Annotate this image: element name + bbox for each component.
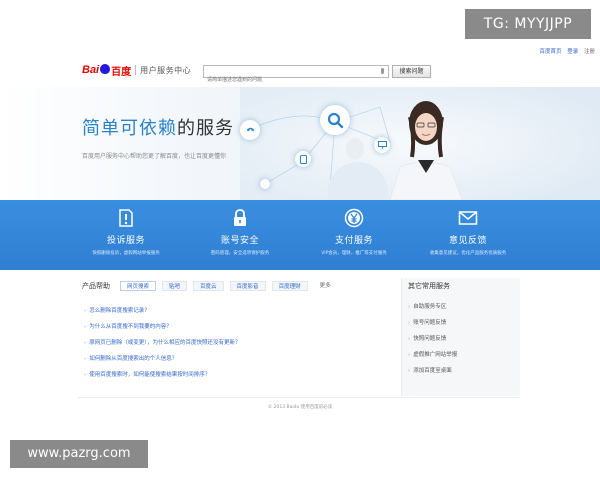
- logo-text: Bai: [82, 64, 100, 76]
- common-service-item[interactable]: 自助服务专区: [408, 299, 457, 315]
- common-service-item[interactable]: 账号问题反馈: [408, 315, 457, 331]
- tab-web-search[interactable]: 网页搜索: [120, 281, 157, 291]
- help-tabs: 产品帮助 网页搜索 贴吧 百度云 百度影音 百度理财 更多: [82, 280, 343, 292]
- search-input[interactable]: [204, 74, 374, 86]
- faq-item[interactable]: 怎么删除百度搜索记录？: [84, 303, 240, 319]
- lock-icon: [234, 209, 246, 226]
- hero-illustration: [240, 87, 600, 200]
- footer-copyright: © 2013 Baidu 使用百度前必读: [267, 405, 333, 410]
- faq-list: 怎么删除百度搜索记录？ 为什么从百度搜不到我要的内容？ 原网页已删除（或变更），…: [84, 303, 240, 383]
- search-bubble-icon: [320, 105, 350, 135]
- search-button[interactable]: 搜索问题: [392, 65, 431, 78]
- hero-title: 简单可依赖的服务: [82, 114, 234, 140]
- hero-graphic: [240, 87, 600, 200]
- faq-item[interactable]: 原网页已删除（或变更），为什么相应的百度快照还没有更新？: [84, 335, 240, 351]
- tab-baidu-finance[interactable]: 百度理财: [271, 281, 308, 291]
- service-payment[interactable]: 支付服务 VIP会员，理财，推广等支付服务: [294, 200, 414, 270]
- register-link[interactable]: 注册: [584, 49, 595, 55]
- yen-icon: [344, 208, 364, 228]
- watermark-top: TG: MYYJJPP: [465, 9, 591, 39]
- mail-icon: [458, 211, 478, 225]
- service-center-title: 用户服务中心: [140, 65, 192, 75]
- service-account[interactable]: 账号安全 密码管理，安全选项保护服务: [180, 200, 300, 270]
- logo-divider: [135, 65, 137, 75]
- tab-more[interactable]: 更多: [314, 281, 337, 291]
- report-icon: [119, 209, 133, 227]
- common-services-list: 自助服务专区 账号问题反馈 快照问题反馈 虚假推广网站举报 添加百度至桌面: [408, 299, 457, 379]
- hero-banner: 简单可依赖的服务 百度用户服务中心帮助您更了解百度，也让百度更懂你: [0, 87, 600, 200]
- baidu-logo[interactable]: Bai 百度 用户服务中心: [82, 62, 191, 78]
- hero-title-rest: 的服务: [177, 118, 234, 139]
- footer-divider: [78, 397, 520, 398]
- hero-title-highlight: 简单可依赖: [82, 118, 177, 139]
- login-link[interactable]: 登录: [567, 49, 578, 55]
- service-feedback[interactable]: 意见反馈 收集意见建议，优化产品服务优质服务: [408, 200, 528, 270]
- common-service-item[interactable]: 虚假推广网站举报: [408, 347, 457, 363]
- faq-item[interactable]: 为什么从百度搜不到我要的内容？: [84, 319, 240, 335]
- hero-subtitle: 百度用户服务中心帮助您更了解百度，也让百度更懂你: [82, 153, 227, 160]
- search-box: [203, 65, 389, 86]
- logo-du: 百度: [111, 66, 132, 78]
- service-desc: 收集意见建议，优化产品服务优质服务: [429, 251, 507, 256]
- tablet-bubble-icon: [295, 151, 311, 167]
- tab-tieba[interactable]: 贴吧: [162, 281, 188, 291]
- display-bubble-icon: [374, 137, 390, 153]
- microphone-icon[interactable]: [381, 68, 384, 74]
- top-links: 百度首页 登录 注册: [535, 47, 595, 55]
- help-label: 产品帮助: [82, 282, 110, 290]
- common-service-item[interactable]: 添加百度至桌面: [408, 363, 457, 379]
- service-desc: 密码管理，安全选项保护服务: [210, 251, 270, 256]
- baidu-home-link[interactable]: 百度首页: [539, 49, 561, 55]
- faq-item[interactable]: 使用百度搜索时，如何能使搜索结果按时间排序？: [84, 367, 240, 383]
- tab-baidu-cloud[interactable]: 百度云: [193, 281, 224, 291]
- paw-icon: [100, 64, 111, 74]
- tab-baidu-video[interactable]: 百度影音: [229, 281, 266, 291]
- service-band: 投诉服务 快照删除投诉，虚假网站举报服务 账号安全 密码管理，安全选项保护服务 …: [0, 200, 600, 270]
- common-services: 其它常用服务 自助服务专区 账号问题反馈 快照问题反馈 虚假推广网站举报 添加百…: [401, 278, 520, 396]
- faq-item[interactable]: 如何删除从百度搜索出的个人信息？: [84, 351, 240, 367]
- product-help: 产品帮助 网页搜索 贴吧 百度云 百度影音 百度理财 更多 怎么删除百度搜索记录…: [78, 278, 396, 396]
- common-services-title: 其它常用服务: [408, 282, 450, 290]
- content-panel: 产品帮助 网页搜索 贴吧 百度云 百度影音 百度理财 更多 怎么删除百度搜索记录…: [78, 278, 520, 396]
- service-desc: 快照删除投诉，虚假网站举报服务: [92, 251, 160, 256]
- service-title: 投诉服务: [106, 236, 145, 246]
- service-title: 账号安全: [220, 236, 259, 246]
- service-title: 支付服务: [334, 236, 373, 246]
- service-desc: VIP会员，理财，推广等支付服务: [321, 251, 387, 256]
- phone-bubble-icon: [240, 120, 260, 140]
- watermark-bottom: www.pazrg.com: [10, 440, 148, 468]
- network-bubble-icon: [260, 179, 270, 189]
- common-service-item[interactable]: 快照问题反馈: [408, 331, 457, 347]
- service-complaint[interactable]: 投诉服务 快照删除投诉，虚假网站举报服务: [66, 200, 186, 270]
- service-title: 意见反馈: [448, 236, 487, 246]
